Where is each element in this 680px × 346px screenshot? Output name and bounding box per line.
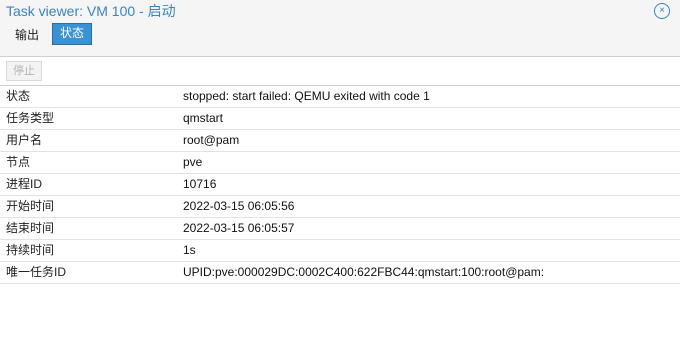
table-row: 唯一任务ID UPID:pve:000029DC:0002C400:622FBC… bbox=[0, 262, 680, 284]
row-key: 节点 bbox=[6, 155, 31, 169]
title-bar: Task viewer: VM 100 - 启动 × bbox=[0, 0, 680, 22]
close-icon[interactable]: × bbox=[654, 3, 670, 19]
row-key: 状态 bbox=[6, 89, 31, 103]
toolbar: 停止 bbox=[0, 57, 680, 86]
row-key: 用户名 bbox=[6, 133, 43, 147]
row-value: stopped: start failed: QEMU exited with … bbox=[183, 89, 430, 103]
table-row: 节点 pve bbox=[0, 152, 680, 174]
stop-button[interactable]: 停止 bbox=[6, 61, 42, 81]
status-panel: 停止 状态 stopped: start failed: QEMU exited… bbox=[0, 56, 680, 346]
tab-status[interactable]: 状态 bbox=[52, 23, 93, 45]
row-value: root@pam bbox=[183, 133, 240, 147]
row-key: 进程ID bbox=[6, 177, 43, 191]
tab-output[interactable]: 输出 bbox=[8, 25, 46, 45]
row-value: 10716 bbox=[183, 177, 217, 191]
row-value: 2022-03-15 06:05:57 bbox=[183, 221, 295, 235]
row-key: 开始时间 bbox=[6, 199, 55, 213]
row-key: 持续时间 bbox=[6, 243, 55, 257]
row-value: pve bbox=[183, 155, 203, 169]
task-viewer-window: Task viewer: VM 100 - 启动 × 输出 状态 停止 状态 s… bbox=[0, 0, 680, 346]
row-value: 2022-03-15 06:05:56 bbox=[183, 199, 295, 213]
row-key: 结束时间 bbox=[6, 221, 55, 235]
table-row: 任务类型 qmstart bbox=[0, 108, 680, 130]
window-title: Task viewer: VM 100 - 启动 bbox=[6, 3, 176, 19]
table-row: 开始时间 2022-03-15 06:05:56 bbox=[0, 196, 680, 218]
row-key: 任务类型 bbox=[6, 111, 55, 125]
table-row: 结束时间 2022-03-15 06:05:57 bbox=[0, 218, 680, 240]
table-row: 用户名 root@pam bbox=[0, 130, 680, 152]
table-row: 持续时间 1s bbox=[0, 240, 680, 262]
row-key: 唯一任务ID bbox=[6, 265, 67, 279]
tab-bar: 输出 状态 bbox=[0, 22, 680, 48]
row-value: 1s bbox=[183, 243, 196, 257]
table-row: 状态 stopped: start failed: QEMU exited wi… bbox=[0, 86, 680, 108]
status-grid: 状态 stopped: start failed: QEMU exited wi… bbox=[0, 86, 680, 284]
table-row: 进程ID 10716 bbox=[0, 174, 680, 196]
row-value: qmstart bbox=[183, 111, 224, 125]
row-value: UPID:pve:000029DC:0002C400:622FBC44:qmst… bbox=[183, 265, 545, 279]
